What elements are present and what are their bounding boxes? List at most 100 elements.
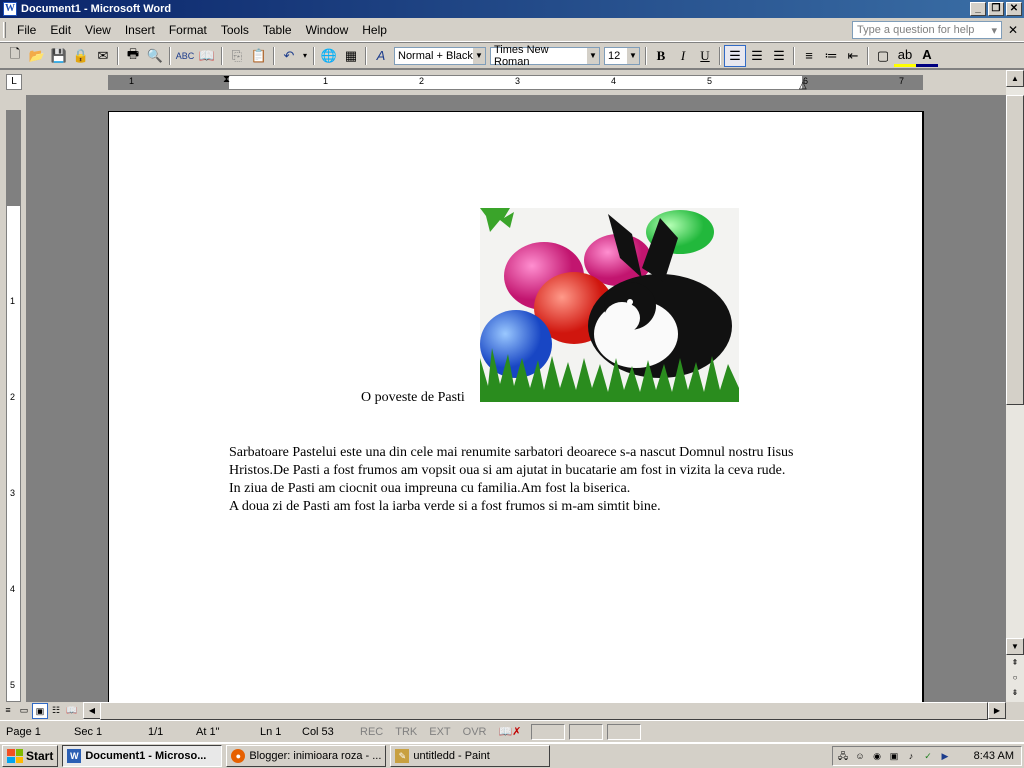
status-trk[interactable]: TRK xyxy=(389,723,423,741)
menu-edit[interactable]: Edit xyxy=(43,21,78,39)
email-icon[interactable]: ✉ xyxy=(92,45,114,67)
ruler-top-margin xyxy=(7,111,20,206)
menu-format[interactable]: Format xyxy=(162,21,214,39)
start-button[interactable]: Start xyxy=(2,745,59,767)
copy-icon[interactable]: ⎘ xyxy=(226,45,248,67)
menu-window[interactable]: Window xyxy=(299,21,356,39)
underline-button[interactable]: U xyxy=(694,45,716,67)
vertical-scroll-thumb[interactable] xyxy=(1006,95,1024,405)
bullets-icon[interactable]: ≔ xyxy=(820,45,842,67)
outline-view-icon[interactable]: ☷ xyxy=(48,703,64,719)
print-layout-icon[interactable]: ▣ xyxy=(32,703,48,719)
print-preview-icon[interactable]: 🔍 xyxy=(144,45,166,67)
messenger-icon[interactable]: ☺ xyxy=(853,749,867,763)
undo-icon[interactable]: ↶ xyxy=(278,45,300,67)
font-size-select[interactable]: 12 ▼ xyxy=(604,46,640,65)
scroll-down-icon[interactable]: ▼ xyxy=(1006,638,1024,655)
easter-bunny-image[interactable] xyxy=(480,208,739,402)
web-layout-icon[interactable]: ▭ xyxy=(16,703,32,719)
toolbar-separator xyxy=(645,46,647,65)
vertical-ruler[interactable]: 1 2 3 4 5 xyxy=(6,110,21,702)
status-panel xyxy=(569,723,604,740)
vertical-scrollbar[interactable]: ▲ ▼ ⇞ ○ ⇟ xyxy=(1006,70,1024,702)
menu-file[interactable]: File xyxy=(10,21,43,39)
taskbar-item-paint[interactable]: ✎ untitledd - Paint xyxy=(390,745,551,767)
minimize-button[interactable]: _ xyxy=(970,2,986,16)
reading-layout-icon[interactable]: 📖 xyxy=(64,703,80,719)
highlight-icon[interactable]: ab xyxy=(894,45,916,67)
menu-grip[interactable] xyxy=(3,21,6,38)
start-label: Start xyxy=(26,749,54,763)
document-caption[interactable]: O poveste de Pasti xyxy=(361,390,465,406)
volume-icon[interactable]: ♪ xyxy=(904,749,918,763)
style-dropdown-icon[interactable]: ▼ xyxy=(473,47,485,64)
help-placeholder: Type a question for help xyxy=(857,23,975,36)
restore-button[interactable]: ❐ xyxy=(988,2,1004,16)
ruler-number: 1 xyxy=(323,76,329,86)
right-indent-marker-icon[interactable]: △ xyxy=(799,80,807,91)
paste-icon[interactable]: 📋 xyxy=(248,45,270,67)
insert-table-icon[interactable]: ▦ xyxy=(340,45,362,67)
open-folder-icon[interactable]: 📂 xyxy=(26,45,48,67)
font-color-icon[interactable]: A xyxy=(916,45,938,67)
scroll-left-icon[interactable]: ◀ xyxy=(83,702,101,719)
research-icon[interactable]: 📖 xyxy=(196,45,218,67)
help-search-input[interactable]: Type a question for help ▾ xyxy=(852,20,1002,39)
menu-insert[interactable]: Insert xyxy=(118,21,162,39)
print-icon[interactable]: 🖶 xyxy=(122,45,144,67)
spelling-icon[interactable]: ABC xyxy=(174,45,196,67)
new-document-icon[interactable]: 🗋 xyxy=(4,45,26,67)
undo-dropdown-icon[interactable]: ▾ xyxy=(300,45,310,67)
taskbar-clock[interactable]: 8:43 AM xyxy=(974,750,1018,762)
spelling-status-icon[interactable]: 📖✗ xyxy=(492,723,527,741)
horizontal-scroll-thumb[interactable] xyxy=(100,702,988,720)
status-ovr[interactable]: OVR xyxy=(457,723,493,741)
document-page[interactable]: O poveste de Pasti Sarbatoare Pastelui e… xyxy=(108,111,924,702)
bold-button[interactable]: B xyxy=(650,45,672,67)
media-icon[interactable]: ▶ xyxy=(938,749,952,763)
ruler-number: 4 xyxy=(611,76,617,86)
taskbar-item-word[interactable]: W Document1 - Microso... xyxy=(62,745,223,767)
display-icon[interactable]: ▣ xyxy=(887,749,901,763)
numbering-icon[interactable]: ≡ xyxy=(798,45,820,67)
permission-icon[interactable]: 🔒 xyxy=(70,45,92,67)
word-app-icon[interactable]: W xyxy=(3,2,17,16)
taskbar-item-firefox[interactable]: ● Blogger: inimioara roza - ... xyxy=(226,745,387,767)
document-close-icon[interactable]: ✕ xyxy=(1006,23,1020,37)
menu-help[interactable]: Help xyxy=(355,21,394,39)
next-page-icon[interactable]: ⇟ xyxy=(1006,685,1024,702)
status-ext[interactable]: EXT xyxy=(423,723,456,741)
antivirus-icon[interactable]: ◉ xyxy=(870,749,884,763)
font-size-dropdown-icon[interactable]: ▼ xyxy=(627,47,639,64)
help-dropdown-icon[interactable]: ▾ xyxy=(991,24,997,37)
menu-tools[interactable]: Tools xyxy=(214,21,256,39)
borders-icon[interactable]: ▢ xyxy=(872,45,894,67)
horizontal-ruler[interactable]: 1 1 2 3 4 5 6 7 ⧗ △ xyxy=(108,74,923,91)
align-center-icon[interactable]: ☰ xyxy=(746,45,768,67)
hyperlink-icon[interactable]: 🌐 xyxy=(318,45,340,67)
italic-button[interactable]: I xyxy=(672,45,694,67)
horizontal-scrollbar[interactable]: ◀ ▶ xyxy=(83,702,1006,720)
scroll-right-icon[interactable]: ▶ xyxy=(988,702,1006,719)
normal-view-icon[interactable]: ≡ xyxy=(0,703,16,719)
styles-icon[interactable]: A xyxy=(370,45,392,67)
scroll-up-icon[interactable]: ▲ xyxy=(1006,70,1024,87)
close-button[interactable]: ✕ xyxy=(1006,2,1022,16)
update-icon[interactable]: ✓ xyxy=(921,749,935,763)
align-right-icon[interactable]: ☰ xyxy=(768,45,790,67)
font-select[interactable]: Times New Roman ▼ xyxy=(490,44,600,68)
indent-marker-icon[interactable]: ⧗ xyxy=(223,74,230,85)
font-dropdown-icon[interactable]: ▼ xyxy=(587,47,599,64)
menu-table[interactable]: Table xyxy=(256,21,299,39)
document-body[interactable]: Sarbatoare Pastelui este una din cele ma… xyxy=(229,444,809,516)
toolbar-separator xyxy=(221,46,223,65)
tab-selector-icon[interactable]: L xyxy=(6,74,22,90)
decrease-indent-icon[interactable]: ⇤ xyxy=(842,45,864,67)
network-icon[interactable]: 🖧 xyxy=(836,749,850,763)
save-icon[interactable]: 💾 xyxy=(48,45,70,67)
menu-view[interactable]: View xyxy=(78,21,118,39)
align-left-icon[interactable]: ☰ xyxy=(724,44,746,67)
status-panel xyxy=(607,723,642,740)
status-rec[interactable]: REC xyxy=(354,723,389,741)
style-select[interactable]: Normal + Black ▼ xyxy=(394,46,486,65)
